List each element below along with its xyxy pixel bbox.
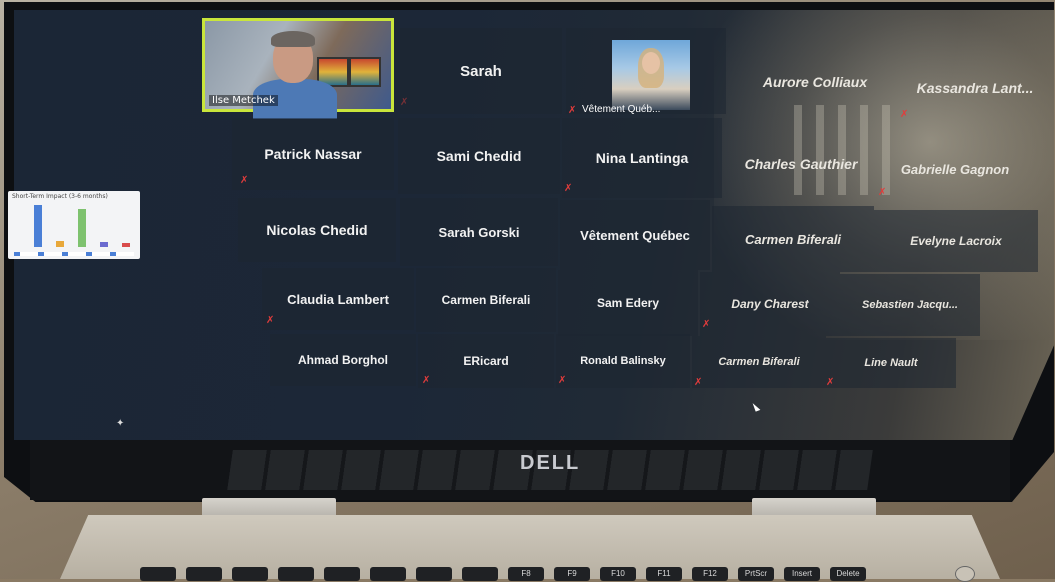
participant-name: ERicard	[463, 354, 509, 368]
poll-bar	[122, 243, 130, 247]
participant-name: Sarah Gorski	[438, 224, 520, 240]
participant-tile[interactable]: Carmen Biferali	[712, 206, 874, 272]
participant-name: Sami Chedid	[436, 148, 522, 164]
microphone-muted-icon: ✗	[826, 377, 835, 388]
poll-title: Short-Term Impact (3-6 months)	[12, 193, 108, 200]
participant-name: Carmen Biferali	[441, 293, 531, 307]
participant-tile[interactable]: Gabrielle Gagnon	[876, 136, 1034, 202]
participant-name: Sarah	[460, 62, 502, 80]
active-speaker-video[interactable]: Ilse Metchek	[202, 18, 394, 119]
shared-poll-chart[interactable]: Short-Term Impact (3-6 months)	[8, 191, 140, 259]
microphone-muted-icon: ✗	[240, 175, 249, 186]
poll-bar	[100, 242, 108, 247]
active-speaker-name: Ilse Metchek	[209, 95, 278, 106]
participant-name: Aurore Colliaux	[762, 74, 868, 90]
microphone-muted-icon: ✗	[558, 375, 567, 386]
photo-participant-label: Vêtement Québ...	[582, 104, 661, 115]
microphone-muted-icon: ✗	[564, 183, 573, 194]
sparkle-icon: ✦	[116, 418, 125, 429]
participant-name: Vêtement Québec	[580, 227, 690, 243]
microphone-muted-icon: ✗	[266, 315, 275, 326]
participant-name: Charles Gauthier	[744, 156, 858, 172]
participant-tile[interactable]: Kassandra Lant...	[900, 58, 1050, 118]
participant-tile[interactable]: Line Nault	[826, 338, 956, 388]
photo-face	[642, 52, 660, 74]
participant-tile[interactable]: Charles Gauthier	[726, 128, 876, 200]
participant-tile[interactable]: Vêtement Québec	[560, 200, 710, 270]
participant-tile[interactable]: Aurore Colliaux	[730, 52, 900, 112]
participant-tile[interactable]: Nicolas Chedid	[238, 198, 396, 262]
participant-tile[interactable]: Claudia Lambert	[262, 268, 414, 330]
participant-name: Claudia Lambert	[287, 291, 389, 307]
participant-name: Carmen Biferali	[718, 356, 800, 368]
participant-name: Kassandra Lant...	[916, 80, 1034, 96]
participant-photo	[612, 40, 690, 110]
painting-2	[349, 57, 381, 87]
participant-name: Nina Lantinga	[595, 150, 689, 166]
participant-tile[interactable]: Ronald Balinsky	[556, 334, 690, 388]
participant-name: Dany Charest	[731, 297, 809, 311]
participant-tile[interactable]: Sami Chedid	[398, 118, 560, 194]
participant-name: Patrick Nassar	[264, 146, 362, 162]
participant-tile[interactable]: ERicard	[418, 334, 554, 388]
participant-tile[interactable]: Sarah	[400, 28, 562, 114]
participant-tile[interactable]: Sebastien Jacqu...	[840, 274, 980, 336]
participant-tile[interactable]: Carmen Biferali	[416, 268, 556, 332]
microphone-muted-icon: ✗	[422, 375, 431, 386]
participant-name: Gabrielle Gagnon	[900, 161, 1010, 177]
poll-bar	[34, 205, 42, 247]
participant-tile[interactable]: Patrick Nassar	[232, 118, 394, 190]
power-button-icon[interactable]	[955, 566, 975, 582]
participant-tile[interactable]: Carmen Biferali	[692, 336, 826, 388]
participant-tile[interactable]: Sam Edery	[558, 270, 698, 336]
participant-name: Carmen Biferali	[744, 231, 842, 247]
participant-tile[interactable]: Dany Charest	[700, 272, 840, 336]
participant-name: Evelyne Lacroix	[910, 234, 1002, 248]
participant-tile[interactable]: Evelyne Lacroix	[874, 210, 1038, 272]
participant-tile[interactable]: Sarah Gorski	[400, 198, 558, 266]
poll-bar	[78, 209, 86, 247]
microphone-muted-icon: ✗	[568, 105, 577, 116]
microphone-muted-icon: ✗	[702, 319, 711, 330]
participant-name: Ronald Balinsky	[580, 355, 666, 367]
speaker-hair	[271, 31, 315, 47]
participant-name: Line Nault	[864, 357, 918, 369]
participant-tile[interactable]: Nina Lantinga	[562, 118, 722, 198]
microphone-muted-icon: ✗	[900, 109, 909, 120]
participant-name: Nicolas Chedid	[266, 222, 368, 238]
participant-name: Sebastien Jacqu...	[862, 299, 958, 311]
microphone-muted-icon: ✗	[878, 187, 887, 198]
microphone-muted-icon: ✗	[694, 377, 703, 388]
participant-name: Sam Edery	[596, 296, 660, 310]
brand-logo: DELL	[520, 452, 581, 474]
poll-bar	[56, 241, 64, 247]
poll-legend	[14, 252, 134, 256]
participant-tile[interactable]: Ahmad Borghol	[270, 334, 416, 386]
participant-name: Ahmad Borghol	[298, 353, 388, 367]
